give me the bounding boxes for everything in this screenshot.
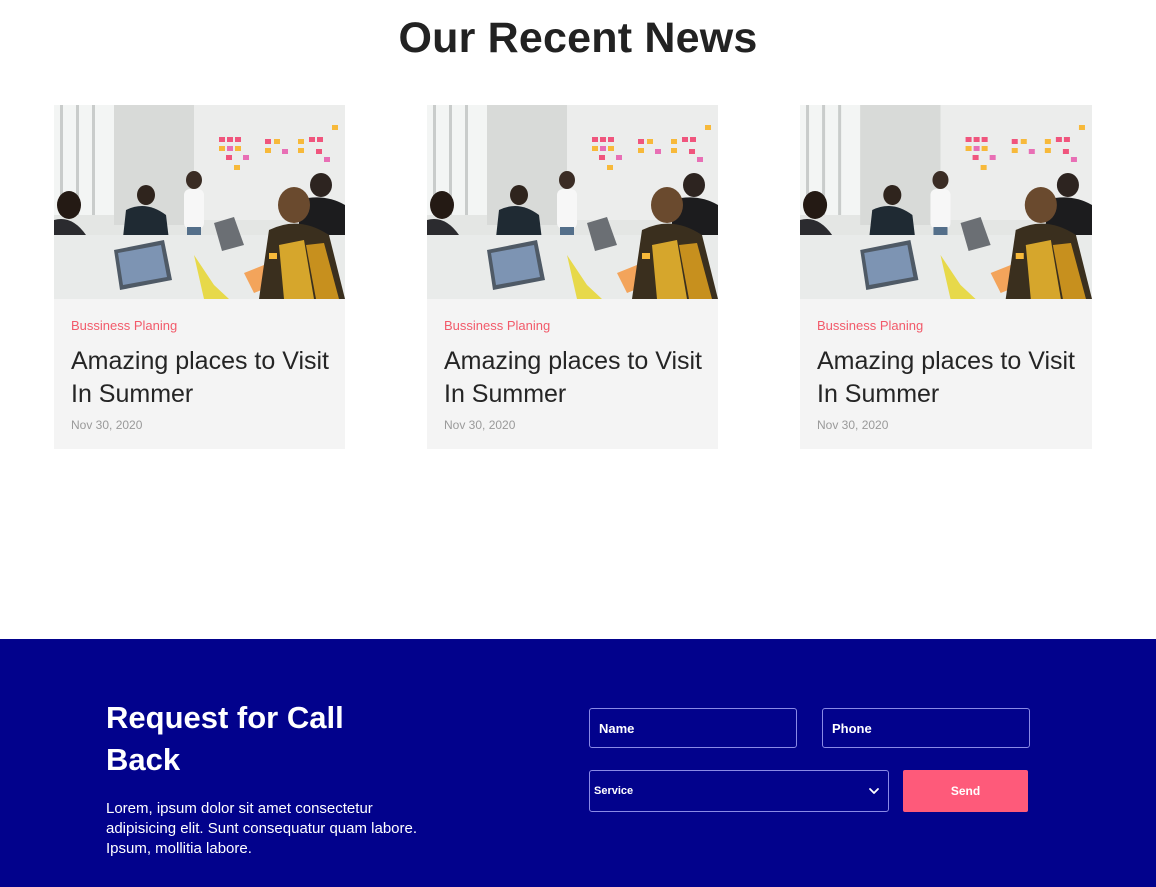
news-card-image[interactable] [800,105,1092,299]
callback-description: Lorem, ipsum dolor sit amet consectetur … [106,800,418,857]
news-card[interactable]: Bussiness Planing Amazing places to Visi… [54,105,345,449]
section-title: Our Recent News [398,14,758,62]
name-placeholder: Name [599,720,635,736]
news-card-image[interactable] [54,105,345,299]
send-button[interactable]: Send [903,770,1028,812]
service-selected-value: Service [594,785,634,797]
news-card-title[interactable]: Amazing places to Visit In Summer [71,345,333,411]
news-card-category[interactable]: Bussiness Planing [71,318,177,333]
news-card-image[interactable] [427,105,718,299]
news-card-date: Nov 30, 2020 [71,418,143,432]
news-card[interactable]: Bussiness Planing Amazing places to Visi… [427,105,718,449]
chevron-down-icon [867,784,881,798]
news-card-title[interactable]: Amazing places to Visit In Summer [444,345,706,411]
callback-title: Request for Call Back [106,700,344,777]
news-card-category[interactable]: Bussiness Planing [817,318,923,333]
service-select[interactable]: Service [589,770,889,812]
news-card-title[interactable]: Amazing places to Visit In Summer [817,345,1079,411]
news-card-category[interactable]: Bussiness Planing [444,318,550,333]
news-card-date: Nov 30, 2020 [817,418,889,432]
request-callback-section: Request for Call Back Lorem, ipsum dolor… [0,639,1156,887]
recent-news-section: Our Recent News Bussiness Planing Amazin… [0,0,1156,639]
news-card[interactable]: Bussiness Planing Amazing places to Visi… [800,105,1092,449]
name-input[interactable]: Name [589,708,797,748]
news-card-date: Nov 30, 2020 [444,418,516,432]
phone-placeholder: Phone [832,720,872,736]
phone-input[interactable]: Phone [822,708,1030,748]
